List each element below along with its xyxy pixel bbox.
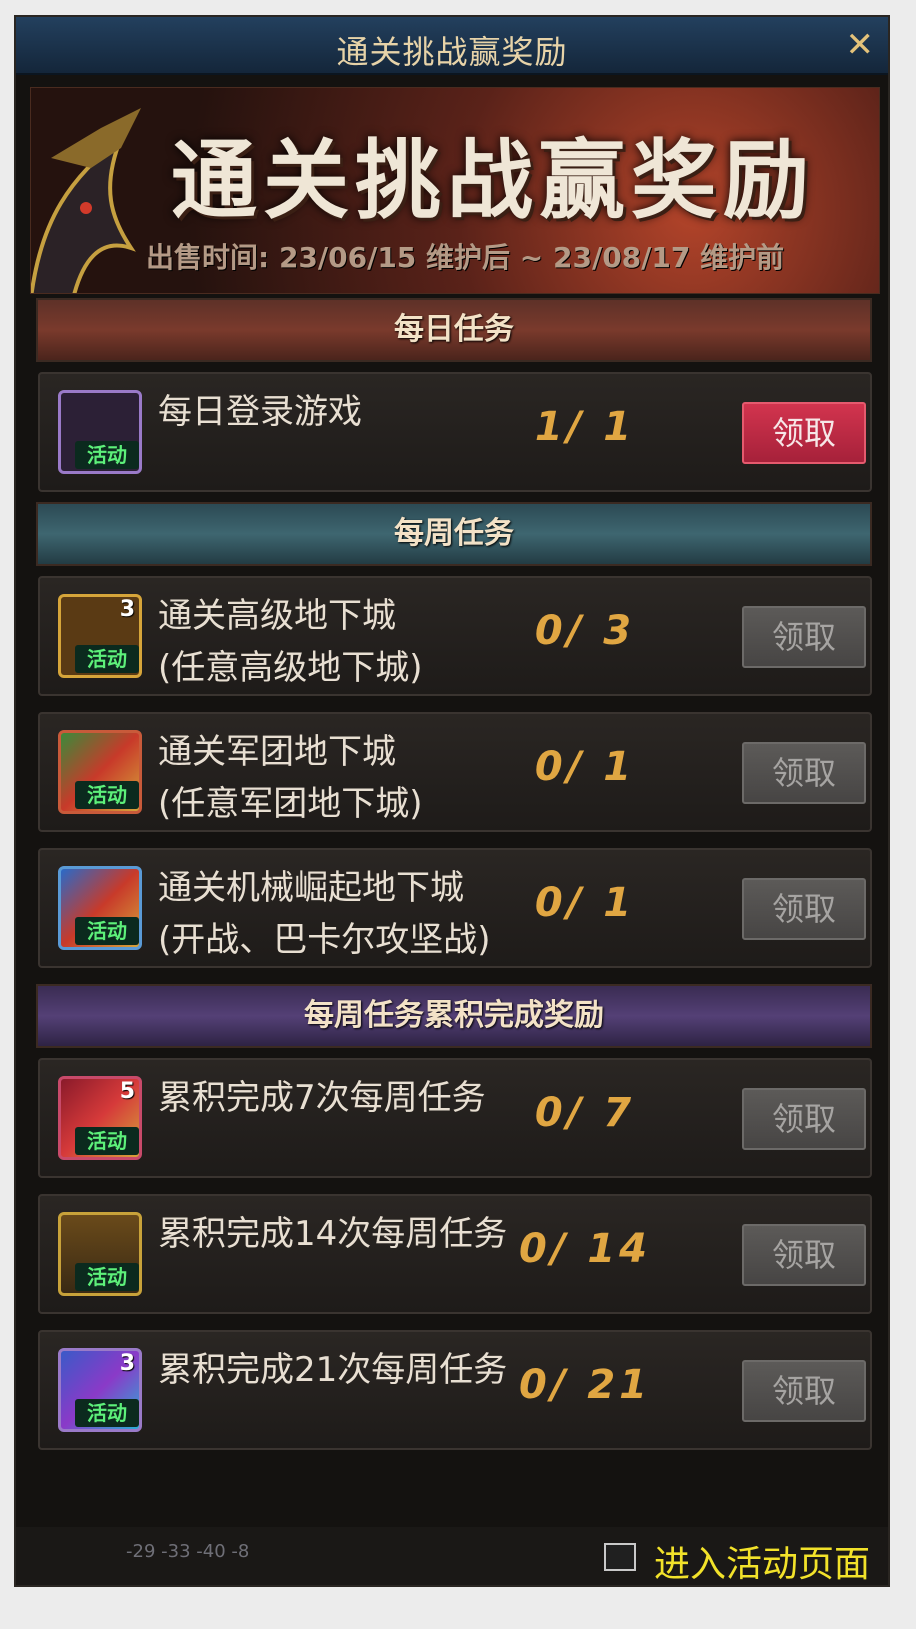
section-weekly: 每周任务 <box>36 502 872 566</box>
task-progress: 0/ 1 <box>534 880 636 926</box>
event-badge: 活动 <box>75 1399 139 1427</box>
claim-button[interactable]: 领取 <box>742 742 866 804</box>
task-name: 通关机械崛起地下城 (开战、巴卡尔攻坚战) <box>158 868 491 960</box>
claim-button[interactable]: 领取 <box>742 606 866 668</box>
claim-button[interactable]: 领取 <box>742 1224 866 1286</box>
task-row: 3 活动 通关高级地下城 (任意高级地下城) 0/ 3 领取 <box>38 576 872 696</box>
task-name: 累积完成7次每周任务 <box>158 1078 486 1118</box>
section-cumulative: 每周任务累积完成奖励 <box>36 984 872 1048</box>
title-bar: 通关挑战赢奖励 ✕ <box>16 17 888 75</box>
task-progress: 0/ 7 <box>534 1090 636 1136</box>
task-name: 累积完成21次每周任务 <box>158 1350 508 1390</box>
banner-title: 通关挑战赢奖励 <box>171 131 815 231</box>
task-row: 活动 累积完成14次每周任务 0/ 14 领取 <box>38 1194 872 1314</box>
task-name: 累积完成14次每周任务 <box>158 1214 508 1254</box>
task-progress: 0/ 21 <box>518 1362 652 1408</box>
section-title: 每日任务 <box>394 312 514 347</box>
claim-button[interactable]: 领取 <box>742 878 866 940</box>
reward-window: 通关挑战赢奖励 ✕ 通关挑战赢奖励 出售时间: 23/06/15 维护后 ~ 2… <box>14 15 890 1587</box>
rainbow-gem-icon: 活动 <box>58 730 142 814</box>
blue-box-icon: 3 活动 <box>58 1348 142 1432</box>
dragon-artwork <box>31 108 141 293</box>
task-row: 5 活动 累积完成7次每周任务 0/ 7 领取 <box>38 1058 872 1178</box>
task-progress: 0/ 3 <box>534 608 636 654</box>
sale-period: 出售时间: 23/06/15 维护后 ~ 23/08/17 维护前 <box>146 241 785 274</box>
window-title: 通关挑战赢奖励 <box>336 33 568 71</box>
task-progress: 0/ 14 <box>518 1226 652 1272</box>
task-row: 活动 通关机械崛起地下城 (开战、巴卡尔攻坚战) 0/ 1 领取 <box>38 848 872 968</box>
claim-button[interactable]: 领取 <box>742 1360 866 1422</box>
gold-box-icon: 活动 <box>58 1212 142 1296</box>
event-badge: 活动 <box>75 645 139 673</box>
event-badge: 活动 <box>75 781 139 809</box>
section-title: 每周任务 <box>394 516 514 551</box>
purple-box-icon: 活动 <box>58 390 142 474</box>
blue-gem-icon: 活动 <box>58 866 142 950</box>
task-row: 活动 每日登录游戏 1/ 1 领取 <box>38 372 872 492</box>
event-badge: 活动 <box>75 917 139 945</box>
page-icon <box>604 1543 636 1571</box>
enter-event-page-link[interactable]: 进入活动页面 <box>654 1535 870 1585</box>
event-badge: 活动 <box>75 1127 139 1155</box>
close-icon[interactable]: ✕ <box>846 25 875 65</box>
claim-button[interactable]: 领取 <box>742 402 866 464</box>
task-row: 活动 通关军团地下城 (任意军团地下城) 0/ 1 领取 <box>38 712 872 832</box>
task-name: 通关军团地下城 (任意军团地下城) <box>158 732 423 824</box>
task-row: 3 活动 累积完成21次每周任务 0/ 21 领取 <box>38 1330 872 1450</box>
skill-hotbar: -29 -33 -40 -8 <box>126 1541 250 1562</box>
event-badge: 活动 <box>75 441 139 469</box>
task-name: 通关高级地下城 (任意高级地下城) <box>158 596 423 688</box>
event-badge: 活动 <box>75 1263 139 1291</box>
section-daily: 每日任务 <box>36 298 872 362</box>
red-card-icon: 5 活动 <box>58 1076 142 1160</box>
claim-button[interactable]: 领取 <box>742 1088 866 1150</box>
section-title: 每周任务累积完成奖励 <box>304 998 604 1033</box>
item-count: 3 <box>119 1351 135 1376</box>
footer-bar: -29 -33 -40 -8 进入活动页面 <box>16 1527 888 1585</box>
task-progress: 1/ 1 <box>534 404 636 450</box>
task-name: 每日登录游戏 <box>158 392 362 432</box>
task-progress: 0/ 1 <box>534 744 636 790</box>
event-banner: 通关挑战赢奖励 出售时间: 23/06/15 维护后 ~ 23/08/17 维护… <box>30 87 880 294</box>
item-count: 5 <box>119 1079 135 1104</box>
item-count: 3 <box>119 597 135 622</box>
gold-chest-icon: 3 活动 <box>58 594 142 678</box>
